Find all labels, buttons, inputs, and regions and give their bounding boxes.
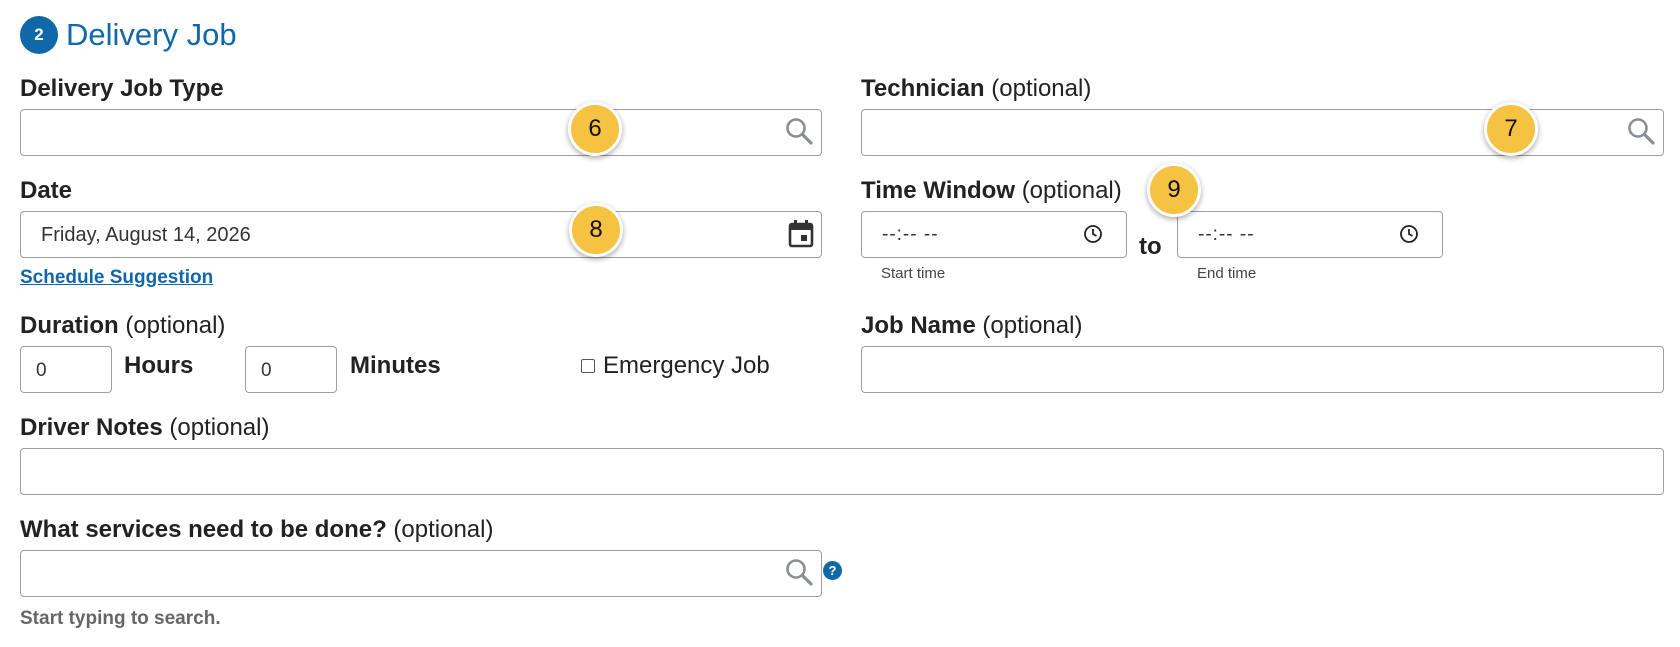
schedule-suggestion-link[interactable]: Schedule Suggestion — [20, 267, 213, 289]
duration-label-text: Duration — [20, 312, 119, 339]
time-window-label: Time Window (optional) — [861, 176, 1122, 206]
driver-notes-optional: (optional) — [169, 414, 270, 441]
services-label: What services need to be done? (optional… — [20, 515, 493, 545]
emergency-job-label[interactable]: Emergency Job — [603, 351, 770, 381]
date-value: Friday, August 14, 2026 — [41, 224, 251, 246]
duration-minutes-value: 0 — [261, 360, 272, 381]
start-time-caption: Start time — [881, 265, 946, 282]
time-window-label-text: Time Window — [861, 177, 1016, 204]
end-time-value: --:-- -- — [1198, 224, 1255, 245]
delivery-job-type-label: Delivery Job Type — [20, 74, 224, 104]
technician-input[interactable] — [861, 109, 1664, 156]
date-label-text: Date — [20, 177, 73, 204]
duration-optional: (optional) — [125, 312, 226, 339]
date-input[interactable]: Friday, August 14, 2026 — [20, 211, 822, 258]
duration-label: Duration (optional) — [20, 311, 225, 341]
time-window-to: to — [1139, 233, 1162, 260]
technician-optional: (optional) — [991, 75, 1092, 102]
delivery-job-type-input[interactable] — [20, 109, 822, 156]
driver-notes-input[interactable] — [20, 448, 1664, 495]
duration-minutes-input[interactable]: 0 — [245, 346, 337, 393]
callout-9: 9 — [1147, 163, 1201, 217]
calendar-icon[interactable] — [788, 220, 814, 248]
callout-6: 6 — [568, 102, 622, 156]
job-name-value — [862, 359, 882, 381]
help-icon[interactable]: ? — [823, 561, 842, 580]
services-input[interactable] — [20, 550, 822, 597]
driver-notes-value — [21, 461, 41, 483]
services-hint: Start typing to search. — [20, 608, 221, 629]
driver-notes-label: Driver Notes (optional) — [20, 413, 269, 443]
end-time-caption: End time — [1197, 265, 1257, 282]
job-name-input[interactable] — [861, 346, 1664, 393]
time-window-optional: (optional) — [1021, 177, 1122, 204]
job-name-label: Job Name (optional) — [861, 311, 1082, 341]
date-label: Date — [20, 176, 72, 206]
services-optional: (optional) — [393, 516, 494, 543]
duration-hours-label: Hours — [124, 352, 194, 379]
technician-label: Technician (optional) — [861, 74, 1091, 104]
search-icon[interactable] — [784, 557, 814, 587]
duration-minutes-label: Minutes — [350, 352, 441, 379]
duration-hours-input[interactable]: 0 — [20, 346, 112, 393]
services-value — [21, 563, 41, 585]
callout-7: 7 — [1484, 102, 1538, 156]
driver-notes-label-text: Driver Notes — [20, 414, 163, 441]
technician-label-text: Technician — [861, 75, 985, 102]
duration-hours-value: 0 — [36, 360, 47, 381]
services-label-text: What services need to be done? — [20, 516, 387, 543]
job-name-optional: (optional) — [982, 312, 1083, 339]
job-name-label-text: Job Name — [861, 312, 976, 339]
start-time-value: --:-- -- — [882, 224, 939, 245]
delivery-job-type-value — [21, 122, 41, 144]
delivery-job-type-label-text: Delivery Job Type — [20, 75, 224, 102]
search-icon[interactable] — [784, 116, 814, 146]
emergency-job-checkbox[interactable] — [581, 359, 595, 373]
callout-8: 8 — [569, 203, 623, 257]
section-step-badge: 2 — [20, 16, 58, 54]
clock-icon[interactable] — [1083, 224, 1103, 244]
search-icon[interactable] — [1626, 116, 1656, 146]
section-title: Delivery Job — [66, 17, 237, 52]
technician-value — [862, 122, 882, 144]
clock-icon[interactable] — [1399, 224, 1419, 244]
